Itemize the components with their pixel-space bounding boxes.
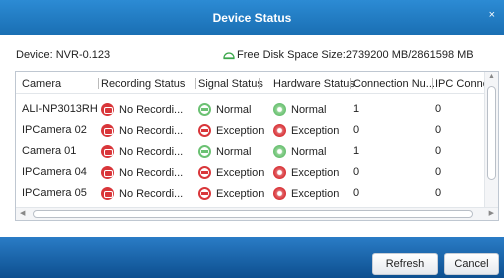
status-table: Camera Recording Status Signal Status Ha…	[15, 71, 499, 221]
vertical-scroll-thumb[interactable]	[487, 86, 496, 180]
hardware-normal-icon	[273, 103, 286, 116]
recording-status: No Recordi...	[101, 103, 183, 116]
table-row[interactable]: IPCamera 02 No Recordi... Exception Exce…	[16, 119, 486, 140]
camera-name: ALI-NP3013RH	[22, 103, 98, 115]
connection-number: 0	[353, 187, 360, 199]
recording-status: No Recordi...	[101, 145, 183, 158]
column-connection-number[interactable]: Connection Nu...	[353, 78, 435, 90]
dialog-title: Device Status	[212, 11, 292, 25]
table-row[interactable]: Camera 01 No Recordi... Normal Normal 1 …	[16, 140, 486, 161]
vertical-scrollbar[interactable]: ▲	[484, 72, 498, 208]
hardware-normal-icon	[273, 145, 286, 158]
column-divider[interactable]	[259, 78, 260, 89]
recording-status-text: No Recordi...	[119, 124, 184, 137]
connection-number: 1	[353, 145, 360, 157]
column-divider[interactable]	[195, 78, 196, 89]
camera-name: IPCamera 04	[22, 166, 87, 178]
column-divider[interactable]	[350, 78, 351, 89]
signal-status: Normal	[198, 145, 251, 158]
hardware-status-text: Exception	[291, 124, 340, 137]
close-icon[interactable]: ×	[489, 9, 495, 21]
hardware-status-text: Exception	[291, 166, 340, 179]
signal-status-text: Exception	[216, 187, 265, 200]
column-hardware-status[interactable]: Hardware Status	[273, 78, 355, 90]
recording-status-text: No Recordi...	[119, 187, 184, 200]
scroll-right-icon[interactable]: ▶	[489, 209, 494, 217]
connection-number: 0	[353, 166, 360, 178]
recording-status: No Recordi...	[101, 124, 183, 137]
refresh-button[interactable]: Refresh	[372, 253, 438, 275]
dialog-footer: Refresh Cancel	[0, 237, 504, 278]
recording-status-icon	[101, 124, 114, 137]
table-row[interactable]: IPCamera 04 No Recordi... Exception Exce…	[16, 161, 486, 182]
recording-status: No Recordi...	[101, 187, 183, 200]
table-row[interactable]: ALI-NP3013RH No Recordi... Normal Normal…	[16, 98, 486, 119]
signal-status: Exception	[198, 187, 264, 200]
signal-normal-icon	[198, 103, 211, 116]
camera-name: IPCamera 05	[22, 187, 87, 199]
hardware-status: Exception	[273, 166, 339, 179]
scroll-up-icon[interactable]: ▲	[488, 73, 495, 80]
hardware-exception-icon	[273, 124, 286, 137]
signal-status-text: Exception	[216, 124, 265, 137]
recording-status-icon	[101, 103, 114, 116]
column-recording-status[interactable]: Recording Status	[101, 78, 185, 90]
signal-normal-icon	[198, 145, 211, 158]
title-bar: Device Status ×	[0, 0, 504, 35]
cancel-button[interactable]: Cancel	[444, 253, 499, 275]
signal-status: Exception	[198, 124, 264, 137]
device-status-dialog: Device Status × Device: NVR-0.123 Free D…	[0, 0, 504, 278]
signal-exception-icon	[198, 124, 211, 137]
hardware-status-text: Normal	[291, 145, 327, 158]
ipc-connection: 0	[435, 124, 442, 136]
horizontal-scrollbar[interactable]: ◀ ▶	[16, 207, 498, 220]
disk-space-icon	[223, 52, 235, 60]
connection-number: 1	[353, 103, 360, 115]
hardware-status-text: Normal	[291, 103, 327, 116]
ipc-connection: 0	[435, 145, 442, 157]
hardware-status: Exception	[273, 124, 339, 137]
signal-status-text: Exception	[216, 166, 265, 179]
disk-space-text: Free Disk Space Size:2739200 MB/2861598 …	[237, 49, 474, 61]
recording-status-text: No Recordi...	[119, 145, 184, 158]
hardware-status-text: Exception	[291, 187, 340, 200]
connection-number: 0	[353, 124, 360, 136]
scroll-left-icon[interactable]: ◀	[20, 209, 25, 217]
ipc-connection: 0	[435, 103, 442, 115]
hardware-status: Exception	[273, 187, 339, 200]
signal-exception-icon	[198, 166, 211, 179]
ipc-connection: 0	[435, 166, 442, 178]
signal-exception-icon	[198, 187, 211, 200]
signal-status-text: Normal	[216, 145, 252, 158]
signal-status-text: Normal	[216, 103, 252, 116]
horizontal-scroll-thumb[interactable]	[33, 210, 473, 218]
recording-status-icon	[101, 145, 114, 158]
table-row[interactable]: IPCamera 05 No Recordi... Exception Exce…	[16, 182, 486, 203]
hardware-status: Normal	[273, 145, 326, 158]
signal-status: Normal	[198, 103, 251, 116]
recording-status-icon	[101, 187, 114, 200]
device-name: Device: NVR-0.123	[16, 49, 111, 61]
camera-name: IPCamera 02	[22, 124, 87, 136]
hardware-status: Normal	[273, 103, 326, 116]
recording-status: No Recordi...	[101, 166, 183, 179]
table-header: Camera Recording Status Signal Status Ha…	[16, 72, 498, 94]
recording-status-text: No Recordi...	[119, 166, 184, 179]
camera-name: Camera 01	[22, 145, 77, 157]
ipc-connection: 0	[435, 187, 442, 199]
recording-status-text: No Recordi...	[119, 103, 184, 116]
info-bar: Device: NVR-0.123 Free Disk Space Size:2…	[0, 35, 504, 70]
column-divider[interactable]	[98, 78, 99, 89]
recording-status-icon	[101, 166, 114, 179]
column-signal-status[interactable]: Signal Status	[198, 78, 263, 90]
column-divider[interactable]	[432, 78, 433, 89]
signal-status: Exception	[198, 166, 264, 179]
hardware-exception-icon	[273, 166, 286, 179]
hardware-exception-icon	[273, 187, 286, 200]
column-camera[interactable]: Camera	[22, 78, 61, 90]
disk-space-info: Free Disk Space Size:2739200 MB/2861598 …	[223, 49, 474, 61]
